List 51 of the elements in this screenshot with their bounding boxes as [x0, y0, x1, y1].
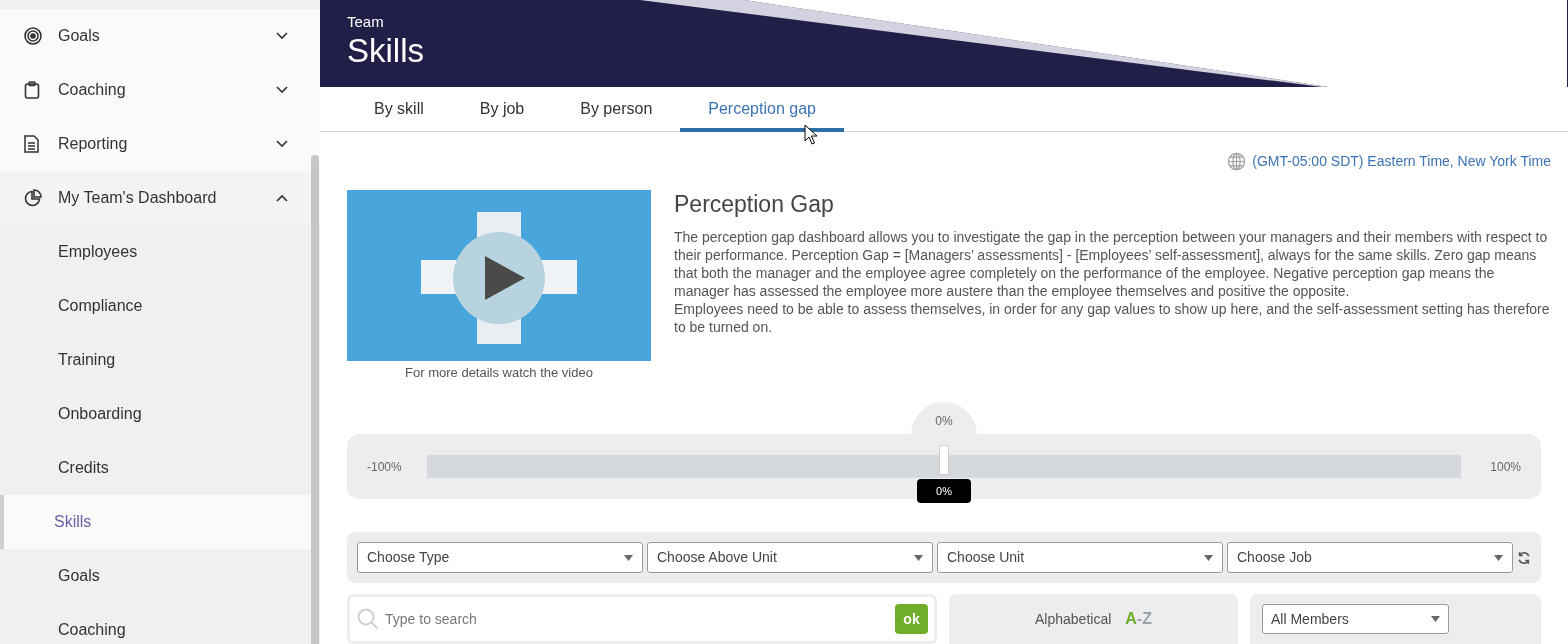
chevron-icon: [276, 86, 288, 94]
target-icon: [24, 27, 42, 45]
mouse-cursor-icon: [804, 124, 817, 145]
sidebar-subitem[interactable]: Credits: [0, 441, 320, 495]
sidebar-subitem[interactable]: Compliance: [0, 279, 320, 333]
timezone-link[interactable]: (GMT-05:00 SDT) Eastern Time, New York Time: [1252, 151, 1551, 172]
sidebar-subitem[interactable]: Onboarding: [0, 387, 320, 441]
slider-thumb[interactable]: [939, 445, 949, 475]
members-select[interactable]: All Members: [1262, 604, 1449, 634]
slider-value-label: 0%: [917, 479, 971, 503]
sidebar-item[interactable]: Reporting: [0, 117, 320, 171]
play-icon[interactable]: [485, 255, 525, 300]
tab[interactable]: By person: [552, 86, 681, 132]
refresh-icon[interactable]: [1517, 550, 1531, 565]
globe-icon: [1227, 152, 1247, 171]
dropdown-caret-icon: [1204, 554, 1213, 561]
chevron-icon: [276, 140, 288, 148]
video-caption: For more details watch the video: [405, 363, 593, 382]
sidebar-subitem[interactable]: Employees: [0, 225, 320, 279]
scrollbar[interactable]: [311, 155, 319, 644]
sidebar-item[interactable]: Coaching: [0, 63, 320, 117]
slider-max-label: 100%: [1489, 458, 1521, 476]
page-title: Skills: [347, 31, 425, 71]
filter-dropdown[interactable]: Choose Job: [1227, 542, 1513, 573]
section-title: Perception Gap: [674, 189, 835, 218]
clipboard-icon: [24, 81, 40, 99]
slider-min-label: -100%: [367, 458, 403, 476]
description-text: Employees need to be able to assess themselves, in order for any gap values to show up here, and the self-assessment setting has therefore to be turned on.: [674, 299, 1551, 336]
dropdown-caret-icon: [914, 554, 923, 561]
pie-chart-icon: [24, 189, 42, 207]
sort-label: Alphabetical: [1035, 609, 1112, 629]
sidebar-item[interactable]: Goals: [0, 9, 320, 63]
search-icon: [356, 607, 380, 631]
description-text: The perception gap dashboard allows you to investigate the gap in the perception between your managers and their members with respect to their performance. Perception Gap = [Managers’ assessments] - [Employees’ self-assessment], always for the same skills. Zero gap means that both the manager and the employee agree completely on the performance of the employee. Negative perception gap means the manager has assessed the employee more austere than the employee themselves and positive the opposite.: [674, 227, 1549, 300]
filter-dropdown[interactable]: Choose Unit: [937, 542, 1223, 573]
document-icon: [24, 135, 39, 153]
sidebar-subitem[interactable]: Goals: [0, 549, 320, 603]
dropdown-caret-icon: [624, 554, 633, 561]
chevron-icon: [276, 32, 288, 40]
sidebar-subitem[interactable]: Coaching: [0, 603, 320, 644]
dropdown-caret-icon: [1431, 616, 1440, 622]
sidebar-subitem[interactable]: Training: [0, 333, 320, 387]
tab[interactable]: By skill: [346, 86, 452, 132]
sidebar-subitem[interactable]: Skills: [0, 495, 312, 549]
header-subtitle: Team: [347, 13, 385, 31]
tab[interactable]: By job: [451, 86, 553, 132]
filter-dropdown[interactable]: Choose Type: [357, 542, 643, 573]
slider-track[interactable]: [427, 455, 1461, 478]
dropdown-caret-icon: [1494, 554, 1503, 561]
filter-dropdown[interactable]: Choose Above Unit: [647, 542, 933, 573]
chevron-icon: [276, 194, 288, 202]
